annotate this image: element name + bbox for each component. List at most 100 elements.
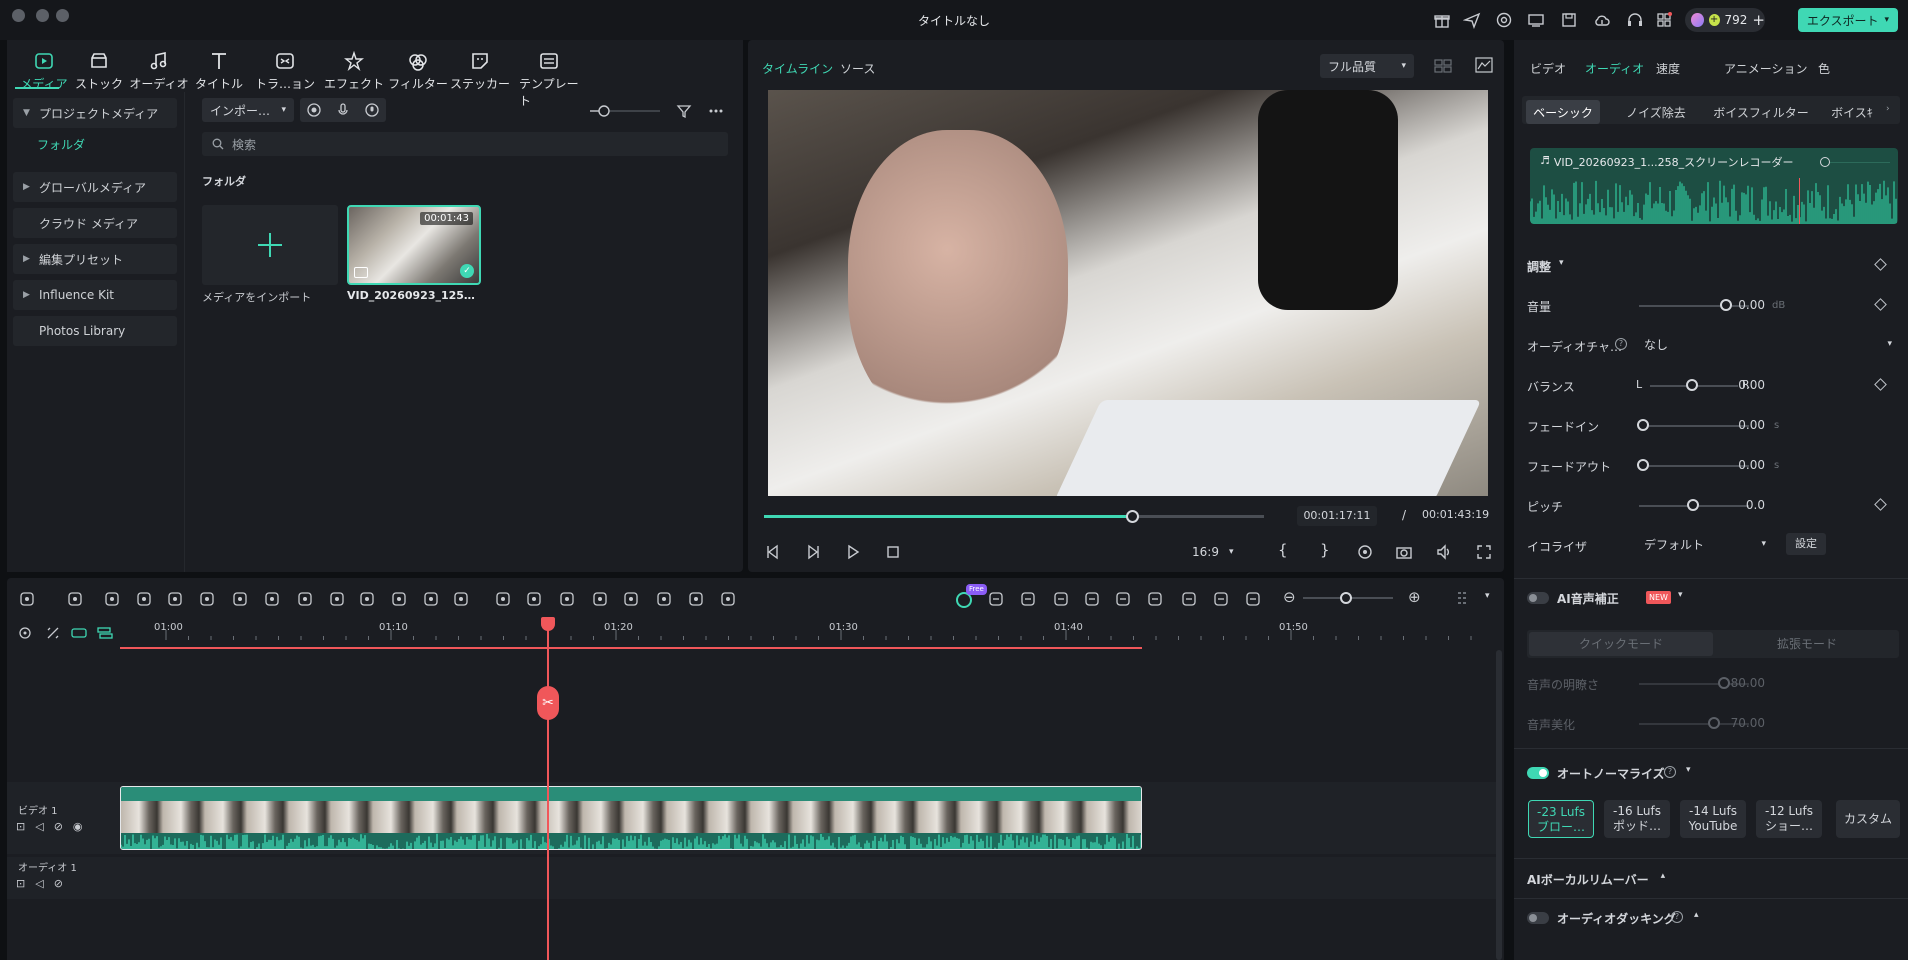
chevron-down-icon[interactable]: ▾: [1686, 765, 1691, 775]
microphone-icon[interactable]: [336, 103, 350, 117]
speaker-icon[interactable]: ◁: [35, 820, 43, 833]
aspect-ratio-dropdown[interactable]: 16:9 ▾: [1192, 542, 1252, 562]
ai-effect-icon[interactable]: [525, 590, 543, 608]
waveform-handle[interactable]: [1820, 157, 1830, 167]
current-time[interactable]: 00:01:17:11: [1297, 506, 1377, 526]
delete-icon[interactable]: [166, 590, 184, 608]
lufs-preset-button[interactable]: -16 Lufs ポッド…: [1604, 800, 1670, 838]
quick-mode-tab[interactable]: クイックモード: [1529, 632, 1713, 656]
speed-icon[interactable]: [358, 590, 376, 608]
render-settings-icon[interactable]: [1356, 543, 1374, 561]
mark-out-icon[interactable]: }: [1320, 541, 1330, 559]
video-clip-thumbnail[interactable]: 00:01:43 ✓: [347, 205, 481, 285]
cut-icon[interactable]: [198, 590, 216, 608]
prop-tab-3[interactable]: アニメーション: [1724, 60, 1808, 77]
stabilize-icon[interactable]: [719, 590, 737, 608]
split-screen-icon[interactable]: [1212, 590, 1230, 608]
save-icon[interactable]: [1560, 11, 1578, 29]
text-icon[interactable]: [263, 590, 281, 608]
filter-icon[interactable]: [676, 103, 692, 119]
eq-dropdown[interactable]: デフォルト ▾: [1638, 532, 1772, 556]
translate-icon[interactable]: [655, 590, 673, 608]
help-icon[interactable]: ?: [1671, 911, 1683, 923]
undo-icon[interactable]: [103, 590, 121, 608]
fadein-value[interactable]: 0.00: [1705, 418, 1765, 432]
auto-reframe-icon[interactable]: [558, 590, 576, 608]
fadein-knob[interactable]: [1637, 419, 1649, 431]
snapshot-icon[interactable]: [1395, 543, 1413, 561]
chevron-up-icon[interactable]: ▴: [1694, 910, 1699, 920]
beautify-value[interactable]: 70.00: [1705, 716, 1765, 730]
prop-tab-4[interactable]: 色: [1818, 60, 1830, 77]
subtab-3[interactable]: ボイスｷ: [1822, 100, 1882, 124]
tab-stock[interactable]: ストック: [69, 50, 129, 92]
work-area-bar[interactable]: [120, 647, 1142, 649]
video-preview[interactable]: [768, 90, 1488, 496]
panel-layout-icon[interactable]: [1456, 590, 1472, 608]
playhead[interactable]: [547, 618, 549, 960]
ai-compose-icon[interactable]: [987, 590, 1005, 608]
headset-icon[interactable]: [1626, 11, 1644, 29]
subtab-0[interactable]: ベーシック: [1526, 100, 1600, 124]
volume-icon[interactable]: [1435, 543, 1453, 561]
mute-icon[interactable]: ⊘: [54, 820, 63, 833]
clarity-value[interactable]: 80.00: [1705, 676, 1765, 690]
link-icon[interactable]: [71, 626, 87, 640]
tab-template[interactable]: テンプレート: [519, 50, 579, 109]
import-media-tile[interactable]: [202, 205, 338, 285]
channel-dropdown[interactable]: なし ▾: [1638, 332, 1898, 356]
prop-tab-1[interactable]: オーディオ: [1585, 60, 1644, 77]
audio-waveform-card[interactable]: ♬ VID_20260923_1...258_スクリーンレコーダー: [1530, 148, 1898, 224]
timer-icon[interactable]: [390, 590, 408, 608]
mute-icon[interactable]: ⊘: [54, 877, 63, 890]
custom-lufs-button[interactable]: カスタム: [1836, 800, 1900, 838]
fullscreen-icon[interactable]: [1475, 543, 1493, 561]
previous-frame-icon[interactable]: [764, 543, 782, 561]
adjust-section[interactable]: 調整 ▾: [1527, 258, 1564, 275]
lufs-preset-button[interactable]: -14 Lufs YouTube: [1680, 800, 1746, 838]
sidebar-item-global-media[interactable]: ▶ グローバルメディア: [13, 172, 177, 202]
more-options-icon[interactable]: [708, 104, 724, 118]
lufs-preset-button[interactable]: -12 Lufs ショー…: [1756, 800, 1822, 838]
extended-mode-tab[interactable]: 拡張モード: [1715, 632, 1899, 656]
ducking-toggle[interactable]: [1527, 912, 1549, 924]
replace-icon[interactable]: [1244, 590, 1262, 608]
record-screen-icon[interactable]: [307, 103, 321, 117]
tab-sticker[interactable]: ステッカー: [450, 50, 510, 92]
record-voice-icon[interactable]: [1146, 590, 1164, 608]
tab-media[interactable]: メディア: [14, 50, 74, 92]
ai-clip-icon[interactable]: [1019, 590, 1037, 608]
auto-normalize-toggle[interactable]: [1527, 767, 1549, 779]
community-icon[interactable]: [1495, 11, 1513, 29]
ai-correction-toggle[interactable]: [1527, 592, 1549, 604]
thumbnail-size-slider[interactable]: [590, 104, 660, 118]
speaker-icon[interactable]: ◁: [35, 877, 43, 890]
gift-icon[interactable]: [1433, 11, 1451, 29]
subtab-1[interactable]: ノイズ除去: [1612, 100, 1700, 124]
playhead-handle[interactable]: [541, 617, 555, 631]
tab-source[interactable]: ソース: [840, 60, 875, 77]
sidebar-item-influence-kit[interactable]: ▶ Influence Kit: [13, 280, 177, 310]
fadeout-knob[interactable]: [1637, 459, 1649, 471]
prop-tab-2[interactable]: 速度: [1656, 60, 1680, 77]
voiceover-icon[interactable]: [364, 103, 379, 117]
eye-icon[interactable]: ◉: [73, 820, 83, 833]
chevron-down-icon[interactable]: ▾: [1485, 591, 1490, 601]
tab-title[interactable]: タイトル: [189, 50, 249, 92]
next-frame-icon[interactable]: [804, 543, 822, 561]
sidebar-item-cloud-media[interactable]: クラウド メディア: [13, 208, 177, 238]
timeline-scrollbar[interactable]: [1496, 650, 1502, 960]
subtab-2[interactable]: ボイスフィルター: [1706, 100, 1816, 124]
cloud-upload-icon[interactable]: [1593, 11, 1611, 29]
display-icon[interactable]: [1527, 11, 1545, 29]
help-icon[interactable]: ?: [1664, 766, 1676, 778]
add-credits-icon[interactable]: +: [1752, 11, 1765, 29]
quality-dropdown[interactable]: フル品質 ▾: [1320, 54, 1414, 78]
magnet-icon[interactable]: [97, 626, 113, 640]
credits-badge[interactable]: + 792 +: [1685, 8, 1765, 32]
crop-icon[interactable]: [231, 590, 249, 608]
sidebar-item-photos-library[interactable]: Photos Library: [13, 316, 177, 346]
scroll-right-icon[interactable]: ›: [1886, 104, 1890, 114]
split-scissors-icon[interactable]: ✂: [537, 686, 559, 720]
track-settings-icon[interactable]: [18, 626, 32, 640]
